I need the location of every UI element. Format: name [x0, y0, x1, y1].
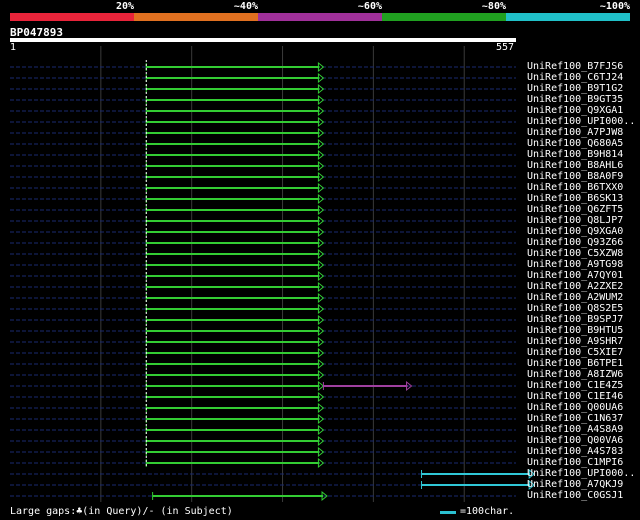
- hit-label[interactable]: UniRef100_C1N637: [527, 413, 623, 424]
- hit-label[interactable]: UniRef100_Q93Z66: [527, 237, 623, 248]
- hit-label[interactable]: UniRef100_B9GT35: [527, 94, 623, 105]
- hit-label[interactable]: UniRef100_Q9XGA1: [527, 105, 623, 116]
- large-gaps-legend: Large gaps:♣(in Query)/- (in Subject): [10, 506, 233, 517]
- hit-label[interactable]: UniRef100_B6SK13: [527, 193, 623, 204]
- hit-label[interactable]: UniRef100_A4S8A9: [527, 424, 623, 435]
- hit-label[interactable]: UniRef100_A2ZXE2: [527, 281, 623, 292]
- hit-label[interactable]: UniRef100_Q8LJP7: [527, 215, 623, 226]
- hit-label[interactable]: UniRef100_A7PJW8: [527, 127, 623, 138]
- hit-label[interactable]: UniRef100_B8A0F9: [527, 171, 623, 182]
- hit-label[interactable]: UniRef100_A2WUM2: [527, 292, 623, 303]
- hit-label[interactable]: UniRef100_Q00VA6: [527, 435, 623, 446]
- hit-label[interactable]: UniRef100_A9TG98: [527, 259, 623, 270]
- hit-label[interactable]: UniRef100_C0GSJ1: [527, 490, 623, 501]
- hit-label[interactable]: UniRef100_B7FJS6: [527, 61, 623, 72]
- hit-label[interactable]: UniRef100_Q9XGA0: [527, 226, 623, 237]
- hit-label[interactable]: UniRef100_C1MPI6: [527, 457, 623, 468]
- hit-label[interactable]: UniRef100_C5XZW8: [527, 248, 623, 259]
- hit-label[interactable]: UniRef100_B6TXX0: [527, 182, 623, 193]
- hit-label[interactable]: UniRef100_B6TPE1: [527, 358, 623, 369]
- hit-label[interactable]: UniRef100_Q8S2E5: [527, 303, 623, 314]
- hit-label[interactable]: UniRef100_B9SPJ7: [527, 314, 623, 325]
- hit-label[interactable]: UniRef100_C6TJ24: [527, 72, 623, 83]
- hit-label[interactable]: UniRef100_B9T1G2: [527, 83, 623, 94]
- hit-label[interactable]: UniRef100_C5XIE7: [527, 347, 623, 358]
- hit-label[interactable]: UniRef100_B9HTU5: [527, 325, 623, 336]
- hit-label[interactable]: UniRef100_A9SHR7: [527, 336, 623, 347]
- hit-label[interactable]: UniRef100_UPI000..: [527, 116, 635, 127]
- hit-label[interactable]: UniRef100_C1EI46: [527, 391, 623, 402]
- hit-label[interactable]: UniRef100_A7QY01: [527, 270, 623, 281]
- hit-label[interactable]: UniRef100_C1E4Z5: [527, 380, 623, 391]
- hit-label[interactable]: UniRef100_Q00UA6: [527, 402, 623, 413]
- scale-bar: [440, 511, 456, 514]
- scale-label: =100char.: [460, 506, 515, 517]
- hit-label[interactable]: UniRef100_A7QKJ9: [527, 479, 623, 490]
- hit-label[interactable]: UniRef100_Q6ZFT5: [527, 204, 623, 215]
- hit-label[interactable]: UniRef100_A8IZW6: [527, 369, 623, 380]
- hit-label[interactable]: UniRef100_B8AHL6: [527, 160, 623, 171]
- hit-label[interactable]: UniRef100_A4S783: [527, 446, 623, 457]
- hit-label[interactable]: UniRef100_B9H814: [527, 149, 623, 160]
- hit-label[interactable]: UniRef100_Q680A5: [527, 138, 623, 149]
- hit-label[interactable]: UniRef100_UPI000..: [527, 468, 635, 479]
